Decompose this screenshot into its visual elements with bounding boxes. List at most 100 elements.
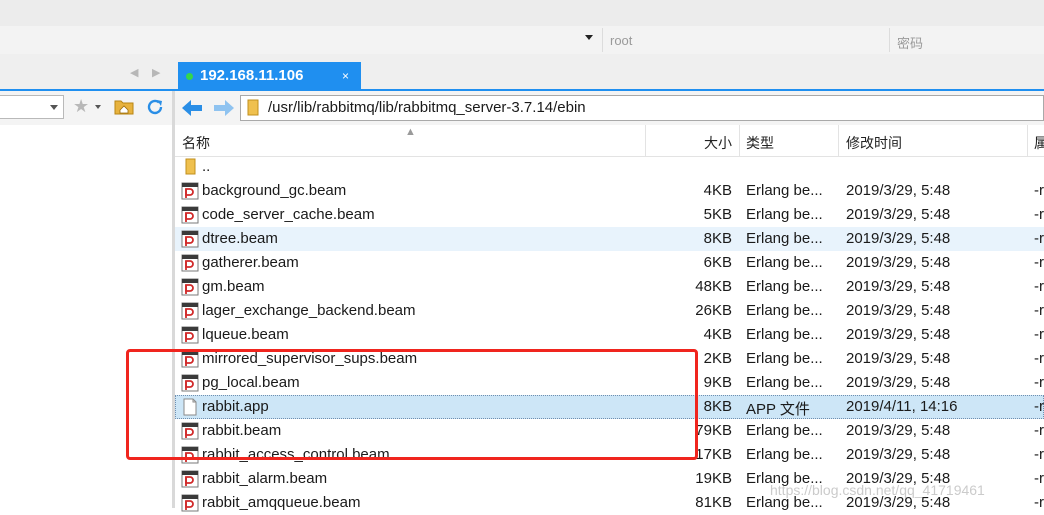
file-size: 8KB bbox=[703, 230, 732, 247]
beam-file-icon bbox=[181, 206, 199, 224]
file-type: Erlang be... bbox=[746, 422, 823, 439]
file-modified: 2019/3/29, 5:48 bbox=[846, 206, 951, 223]
file-attributes: -r bbox=[1034, 398, 1044, 415]
beam-file-icon bbox=[181, 470, 199, 488]
file-type: APP 文件 bbox=[746, 401, 810, 418]
file-name: lager_exchange_backend.beam bbox=[202, 302, 416, 319]
beam-file-icon bbox=[181, 254, 199, 272]
file-type: Erlang be... bbox=[746, 254, 823, 271]
file-type: Erlang be... bbox=[746, 278, 823, 295]
file-name: lqueue.beam bbox=[202, 326, 289, 343]
beam-file-icon bbox=[181, 278, 199, 296]
file-type: Erlang be... bbox=[746, 302, 823, 319]
file-name: dtree.beam bbox=[202, 230, 278, 247]
column-divider[interactable] bbox=[838, 125, 839, 156]
file-size: 4KB bbox=[703, 326, 732, 343]
file-size: 8KB bbox=[703, 398, 732, 415]
file-name: background_gc.beam bbox=[202, 182, 347, 199]
file-size: 48KB bbox=[695, 278, 732, 295]
beam-file-icon bbox=[181, 182, 199, 200]
title-bar bbox=[0, 0, 1044, 26]
file-name: gatherer.beam bbox=[202, 254, 299, 271]
file-attributes: -r bbox=[1034, 446, 1044, 463]
tab-close-icon[interactable]: × bbox=[342, 69, 349, 83]
file-size: 5KB bbox=[703, 206, 732, 223]
column-header-size[interactable]: 大小 bbox=[704, 133, 732, 153]
file-type: Erlang be... bbox=[746, 446, 823, 463]
file-size: 6KB bbox=[703, 254, 732, 271]
file-type: Erlang be... bbox=[746, 374, 823, 391]
file-attributes: -r bbox=[1034, 374, 1044, 391]
file-size: 2KB bbox=[703, 350, 732, 367]
bookmark-star-icon[interactable]: ★ bbox=[73, 96, 89, 117]
beam-file-icon bbox=[181, 302, 199, 320]
file-size: 81KB bbox=[695, 494, 732, 511]
column-header-modified[interactable]: 修改时间 bbox=[846, 133, 902, 153]
parent-directory-row[interactable] bbox=[175, 155, 1044, 179]
file-size: 4KB bbox=[703, 182, 732, 199]
highlight-annotation bbox=[126, 349, 698, 460]
file-name: code_server_cache.beam bbox=[202, 206, 375, 223]
column-divider[interactable] bbox=[739, 125, 740, 156]
file-list-header bbox=[175, 125, 1044, 157]
folder-icon bbox=[185, 158, 196, 175]
dropdown-arrow-icon[interactable] bbox=[50, 105, 58, 110]
forward-arrow-icon[interactable] bbox=[212, 98, 236, 118]
column-header-type[interactable]: 类型 bbox=[746, 133, 774, 153]
file-size: 19KB bbox=[695, 470, 732, 487]
file-size: 17KB bbox=[695, 446, 732, 463]
back-arrow-icon[interactable] bbox=[180, 98, 204, 118]
file-modified: 2019/3/29, 5:48 bbox=[846, 446, 951, 463]
username-field[interactable]: root bbox=[610, 33, 632, 48]
bookmark-dropdown-icon[interactable] bbox=[95, 105, 101, 109]
file-type: Erlang be... bbox=[746, 182, 823, 199]
file-name: .. bbox=[202, 158, 211, 175]
dropdown-arrow-icon[interactable] bbox=[585, 35, 593, 40]
file-modified: 2019/3/29, 5:48 bbox=[846, 230, 951, 247]
field-divider bbox=[602, 28, 603, 52]
file-attributes: -r bbox=[1034, 350, 1044, 367]
file-modified: 2019/3/29, 5:48 bbox=[846, 254, 951, 271]
folder-icon bbox=[247, 99, 259, 116]
file-modified: 2019/3/29, 5:48 bbox=[846, 422, 951, 439]
file-modified: 2019/3/29, 5:48 bbox=[846, 182, 951, 199]
host-dropdown[interactable] bbox=[0, 28, 600, 52]
file-type: Erlang be... bbox=[746, 206, 823, 223]
file-modified: 2019/3/29, 5:48 bbox=[846, 374, 951, 391]
file-size: 9KB bbox=[703, 374, 732, 391]
beam-file-icon bbox=[181, 494, 199, 512]
file-attributes: -r bbox=[1034, 254, 1044, 271]
password-field[interactable]: 密码 bbox=[897, 33, 923, 52]
tab-scroll-left-icon[interactable]: ◀ bbox=[130, 66, 138, 79]
file-modified: 2019/3/29, 5:48 bbox=[846, 302, 951, 319]
field-divider bbox=[889, 28, 890, 52]
file-modified: 2019/3/29, 5:48 bbox=[846, 326, 951, 343]
file-size: 79KB bbox=[695, 422, 732, 439]
remote-path-text[interactable]: /usr/lib/rabbitmq/lib/rabbitmq_server-3.… bbox=[268, 99, 586, 116]
file-type: Erlang be... bbox=[746, 230, 823, 247]
sort-ascending-icon: ▲ bbox=[405, 126, 416, 138]
file-attributes: -r bbox=[1034, 302, 1044, 319]
file-attributes: -r bbox=[1034, 470, 1044, 487]
file-attributes: -r bbox=[1034, 278, 1044, 295]
home-folder-icon[interactable] bbox=[114, 98, 134, 115]
file-attributes: -r bbox=[1034, 230, 1044, 247]
file-size: 26KB bbox=[695, 302, 732, 319]
file-attributes: -r bbox=[1034, 206, 1044, 223]
column-header-attributes[interactable]: 属 bbox=[1034, 133, 1044, 153]
column-divider[interactable] bbox=[645, 125, 646, 156]
tab-session-label[interactable]: 192.168.11.106 bbox=[200, 67, 303, 84]
file-attributes: -r bbox=[1034, 494, 1044, 511]
file-modified: 2019/3/29, 5:48 bbox=[846, 350, 951, 367]
file-type: Erlang be... bbox=[746, 350, 823, 367]
watermark: https://blog.csdn.net/qq_41719461 bbox=[770, 482, 985, 498]
file-name: gm.beam bbox=[202, 278, 265, 295]
file-name: rabbit_amqqueue.beam bbox=[202, 494, 361, 511]
file-modified: 2019/3/29, 5:48 bbox=[846, 278, 951, 295]
refresh-icon[interactable] bbox=[145, 97, 165, 117]
file-attributes: -r bbox=[1034, 182, 1044, 199]
tab-scroll-right-icon[interactable]: ▶ bbox=[152, 66, 160, 79]
column-divider[interactable] bbox=[1027, 125, 1028, 156]
connected-status-icon bbox=[186, 73, 193, 80]
column-header-name[interactable]: 名称 bbox=[182, 133, 210, 153]
